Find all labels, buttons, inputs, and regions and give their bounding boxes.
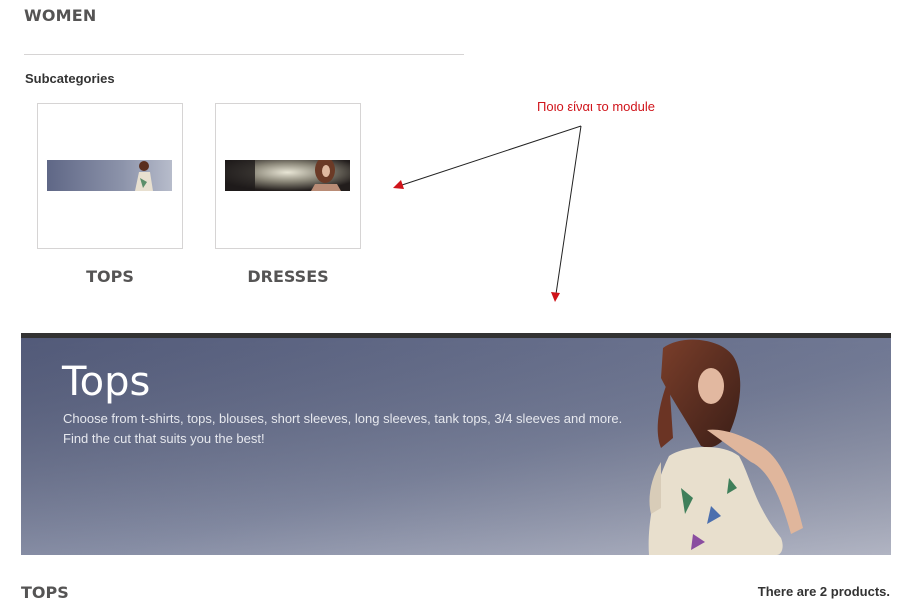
product-count: There are 2 products. xyxy=(757,584,890,599)
annotation-arrow-to-banner xyxy=(555,125,582,295)
annotation-arrowhead-left xyxy=(393,180,404,189)
product-list-heading: TOPS xyxy=(21,583,69,602)
banner-title: Tops xyxy=(62,359,151,405)
banner-description-line: Choose from t-shirts, tops, blouses, sho… xyxy=(63,411,623,426)
annotation-arrowhead-down xyxy=(551,292,560,302)
annotation-arrow-to-subcategories xyxy=(398,125,582,187)
category-banner: Tops Choose from t-shirts, tops, blouses… xyxy=(21,333,891,555)
banner-description-line: Find the cut that suits you the best! xyxy=(63,431,265,446)
banner-description: Choose from t-shirts, tops, blouses, sho… xyxy=(63,409,663,449)
